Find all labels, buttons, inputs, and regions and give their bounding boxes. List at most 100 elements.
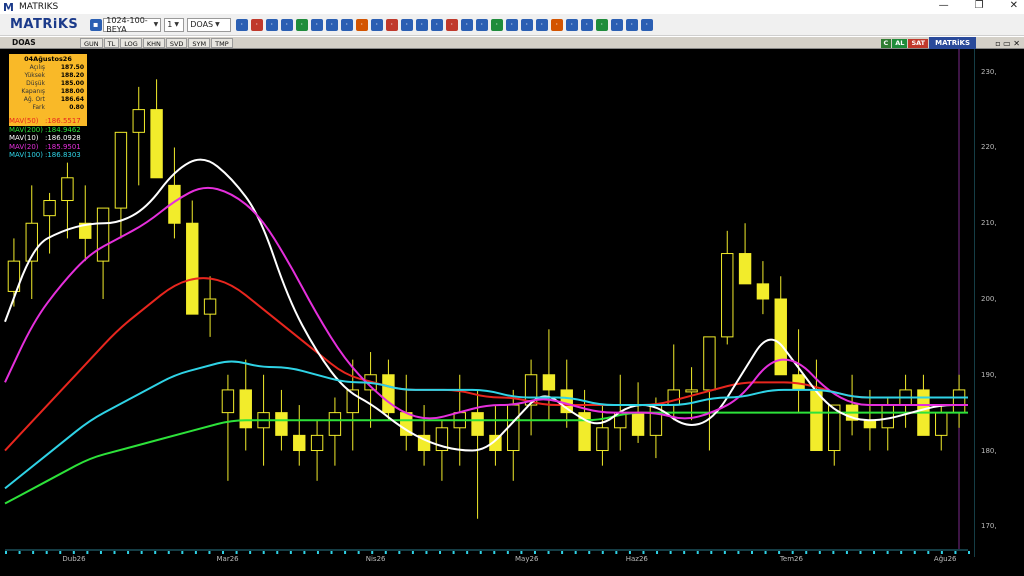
layout-icon[interactable]: · [250, 18, 263, 31]
indicator-legend: MAV(50):186.5517 MAV(200):184.9462 MAV(10)… [9, 117, 81, 160]
table-icon[interactable]: · [490, 18, 503, 31]
template-select[interactable]: 1024-100-BEYA ▼ [103, 15, 162, 34]
date-tick [737, 551, 740, 554]
rect-icon[interactable]: · [565, 18, 578, 31]
scanner-icon[interactable]: · [430, 18, 443, 31]
alert-icon[interactable]: · [385, 18, 398, 31]
candle-body [239, 389, 252, 429]
date-tick [669, 551, 672, 554]
date-tick [344, 551, 347, 554]
candle [203, 276, 217, 337]
indicator-icon[interactable]: · [310, 18, 323, 31]
date-tick [533, 551, 536, 554]
chevron-down-icon: ▼ [153, 21, 159, 28]
legend-value: :186.8303 [45, 151, 81, 159]
date-tick [683, 551, 686, 554]
date-label: Haz26 [625, 555, 648, 563]
clock-icon[interactable]: · [325, 18, 338, 31]
date-tick [18, 551, 21, 554]
candle [79, 185, 92, 262]
formula-icon[interactable]: · [460, 18, 473, 31]
date-label: Dub26 [62, 555, 86, 563]
candle-body [328, 412, 342, 436]
price-tick-label: 170, [981, 522, 997, 531]
candle-body [774, 298, 787, 376]
info-key: Açılış [29, 64, 45, 71]
date-tick [398, 551, 401, 554]
minimize-button[interactable]: — [939, 0, 949, 11]
date-tick [371, 551, 374, 554]
legend-entry: MAV(50):186.5517 [9, 117, 81, 126]
candle-body [685, 389, 698, 393]
refresh-icon[interactable]: · [595, 18, 608, 31]
price-tick-label: 190, [981, 370, 997, 379]
candle [25, 185, 38, 299]
close-button[interactable]: ✕ [1010, 0, 1018, 11]
date-label: Nis26 [365, 555, 386, 563]
news-icon[interactable]: · [355, 18, 368, 31]
candle [810, 359, 823, 452]
gear-icon[interactable]: · [640, 18, 653, 31]
search2-icon[interactable]: · [520, 18, 533, 31]
line-icon[interactable]: · [550, 18, 563, 31]
number-select[interactable]: 1 ▼ [164, 17, 185, 32]
candle [293, 405, 306, 466]
pencil-icon[interactable]: · [580, 18, 593, 31]
compare-icon[interactable]: · [475, 18, 488, 31]
app-logo-icon: M [3, 0, 14, 14]
candle [310, 420, 324, 481]
candle [899, 374, 912, 428]
date-tick [5, 551, 7, 554]
main-toolbar: MATRiKS ▪ 1024-100-BEYA ▼ 1 ▼ DOAS ▼ · · · · · ·… [0, 14, 1024, 36]
candle-body [471, 412, 484, 436]
info-key: Kapanış [21, 88, 45, 95]
bell-icon[interactable]: · [610, 18, 623, 31]
candle-body [935, 412, 948, 436]
zoom-icon[interactable]: · [265, 18, 278, 31]
candle [703, 336, 716, 451]
save-icon[interactable]: ▪ [89, 18, 102, 31]
candle-body [756, 283, 770, 300]
mail-icon[interactable]: · [445, 18, 458, 31]
date-tick [72, 551, 75, 554]
search-icon[interactable]: · [280, 18, 293, 31]
legend-name: MAV(100) [9, 151, 43, 159]
info-icon[interactable]: · [505, 18, 518, 31]
settings-icon[interactable]: · [415, 18, 428, 31]
candle-body [952, 389, 966, 414]
calc-icon[interactable]: · [625, 18, 638, 31]
date-tick [425, 551, 428, 554]
date-tick [466, 551, 469, 554]
info-value: 187.50 [60, 64, 84, 71]
date-tick [262, 551, 265, 554]
u-icon[interactable]: · [400, 18, 413, 31]
maximize-button[interactable]: ❐ [975, 0, 984, 11]
save-icon[interactable]: · [235, 18, 248, 31]
date-label: Ağu26 [933, 555, 957, 563]
chevron-down-icon: ▼ [174, 21, 179, 28]
date-tick [764, 551, 767, 554]
info-key: Ağ. Ort [23, 96, 45, 103]
toolbar-icons: · · · · · · · · · · · · · · · · · · · · · · · · · · · · [234, 18, 654, 31]
date-label: Mar26 [216, 555, 239, 563]
symbol-select-value: DOAS [190, 20, 214, 29]
legend-value: :186.0928 [45, 134, 81, 142]
date-tick [506, 551, 509, 554]
candle-body [293, 434, 306, 452]
date-tick [710, 551, 713, 554]
candle [542, 329, 556, 421]
symbol-select[interactable]: DOAS ▼ [187, 17, 232, 32]
tool-icon[interactable]: · [535, 18, 548, 31]
list-icon[interactable]: · [340, 18, 353, 31]
date-tick [845, 551, 848, 554]
date-tick [493, 551, 496, 554]
date-tick [452, 551, 455, 554]
date-tick [750, 551, 753, 554]
legend-entry: MAV(200):184.9462 [9, 126, 81, 135]
candle [61, 162, 74, 239]
bold-icon[interactable]: · [370, 18, 383, 31]
info-value: 188.00 [60, 88, 84, 95]
price-chart[interactable] [0, 37, 1024, 576]
chart-icon[interactable]: · [295, 18, 308, 31]
template-select-value: 1024-100-BEYA [106, 15, 148, 34]
